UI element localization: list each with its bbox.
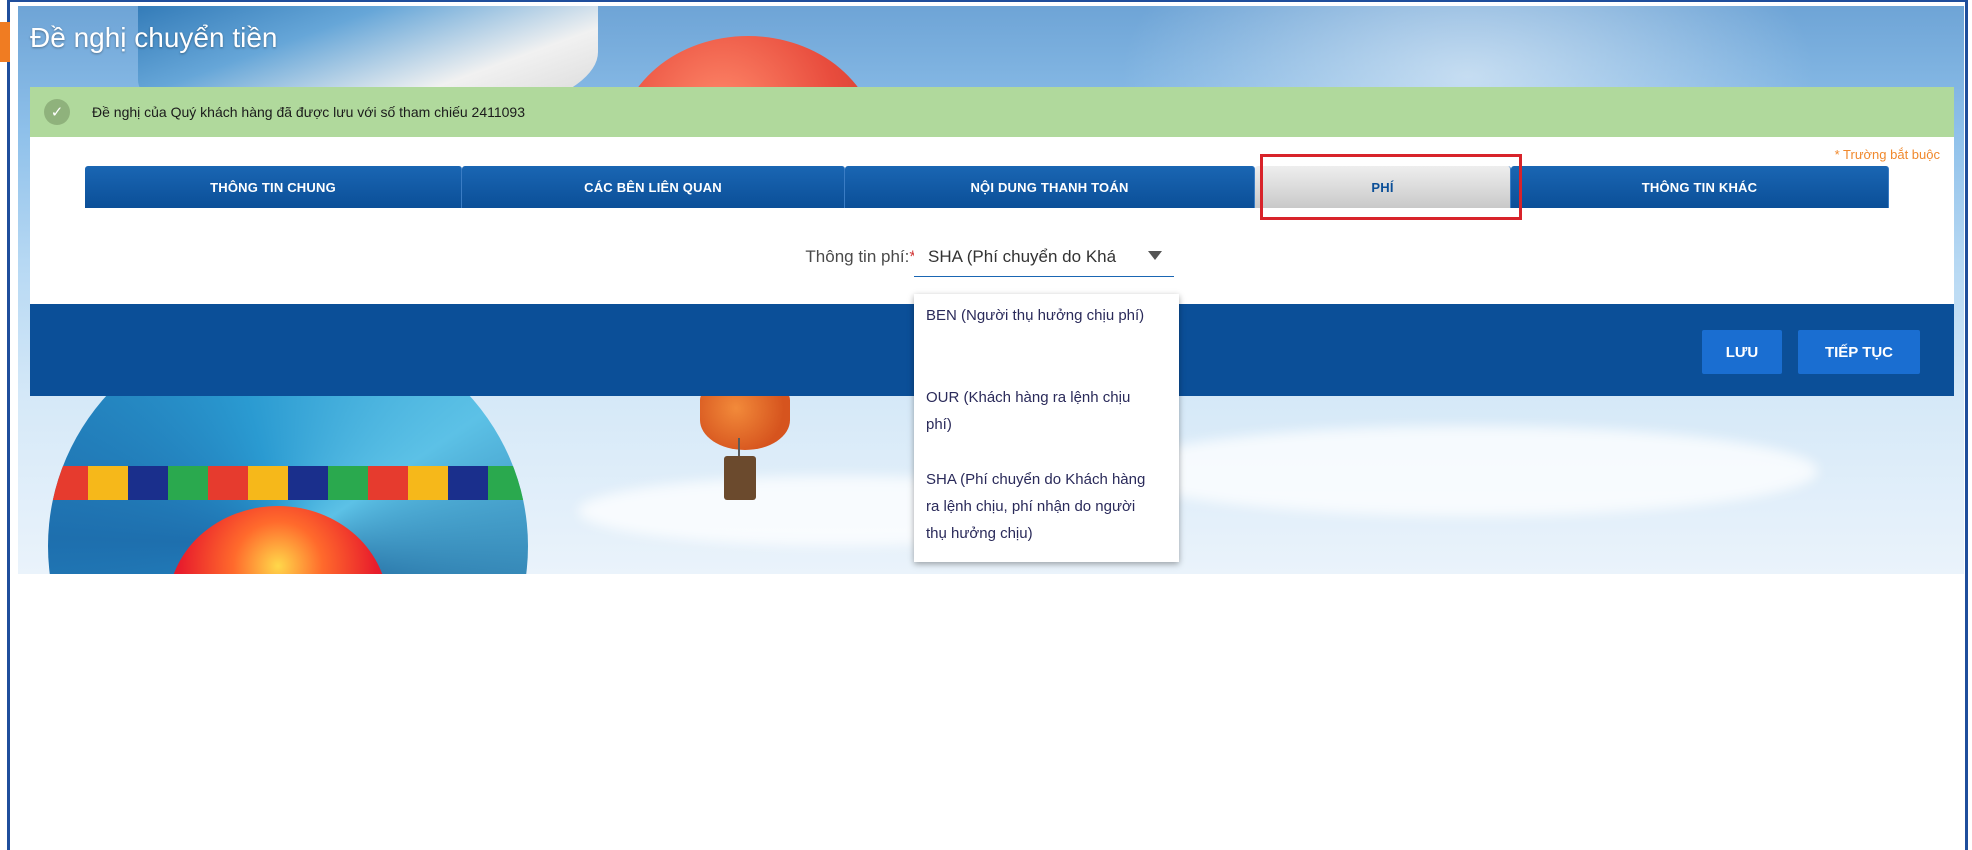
tab-bar: THÔNG TIN CHUNG CÁC BÊN LIÊN QUAN NỘI DU… xyxy=(85,166,1889,208)
notice-text: Đề nghị của Quý khách hàng đã được lưu v… xyxy=(92,104,525,120)
dropdown-option-our[interactable]: OUR (Khách hàng ra lệnh chịu phí) xyxy=(926,384,1156,438)
window-frame-right xyxy=(1965,0,1968,850)
dropdown-option-sha[interactable]: SHA (Phí chuyển do Khách hàng ra lệnh ch… xyxy=(926,466,1156,547)
balloon-flame-glow xyxy=(168,506,388,574)
window-frame-left xyxy=(7,0,10,850)
tab-payment-content[interactable]: NỘI DUNG THANH TOÁN xyxy=(845,166,1255,208)
tab-general-info[interactable]: THÔNG TIN CHUNG xyxy=(85,166,462,208)
check-icon: ✓ xyxy=(44,99,70,125)
fee-label: Thông tin phí:* xyxy=(805,247,916,267)
fee-dropdown-menu: BEN (Người thụ hưởng chịu phí) OUR (Khác… xyxy=(914,294,1179,562)
fee-label-text: Thông tin phí: xyxy=(805,247,910,266)
cloud xyxy=(1118,426,1818,516)
fee-row: Thông tin phí:* SHA (Phí chuyển do Khá xyxy=(30,237,1954,277)
fee-select[interactable]: SHA (Phí chuyển do Khá xyxy=(914,237,1174,277)
balloon-basket xyxy=(724,456,756,500)
balloon-rope xyxy=(738,438,740,458)
brand-marker xyxy=(0,22,10,62)
window-frame-top xyxy=(7,0,1968,2)
balloon-stripe xyxy=(48,466,528,500)
highlight-box xyxy=(1260,154,1522,220)
continue-button[interactable]: TIẾP TỤC xyxy=(1798,330,1920,374)
caret-down-icon[interactable] xyxy=(1148,251,1162,260)
page-title: Đề nghị chuyển tiền xyxy=(30,22,278,53)
dropdown-option-ben[interactable]: BEN (Người thụ hưởng chịu phí) xyxy=(926,302,1156,329)
tab-related-parties[interactable]: CÁC BÊN LIÊN QUAN xyxy=(462,166,845,208)
tab-other-info[interactable]: THÔNG TIN KHÁC xyxy=(1511,166,1889,208)
balloon-small-center xyxy=(700,390,790,450)
required-note: * Trường bắt buộc xyxy=(1834,147,1940,162)
form-card: * Trường bắt buộc THÔNG TIN CHUNG CÁC BÊ… xyxy=(30,137,1954,304)
save-button[interactable]: LƯU xyxy=(1702,330,1782,374)
fee-selected-value: SHA (Phí chuyển do Khá xyxy=(928,246,1117,266)
success-notice: ✓ Đề nghị của Quý khách hàng đã được lưu… xyxy=(30,87,1954,137)
